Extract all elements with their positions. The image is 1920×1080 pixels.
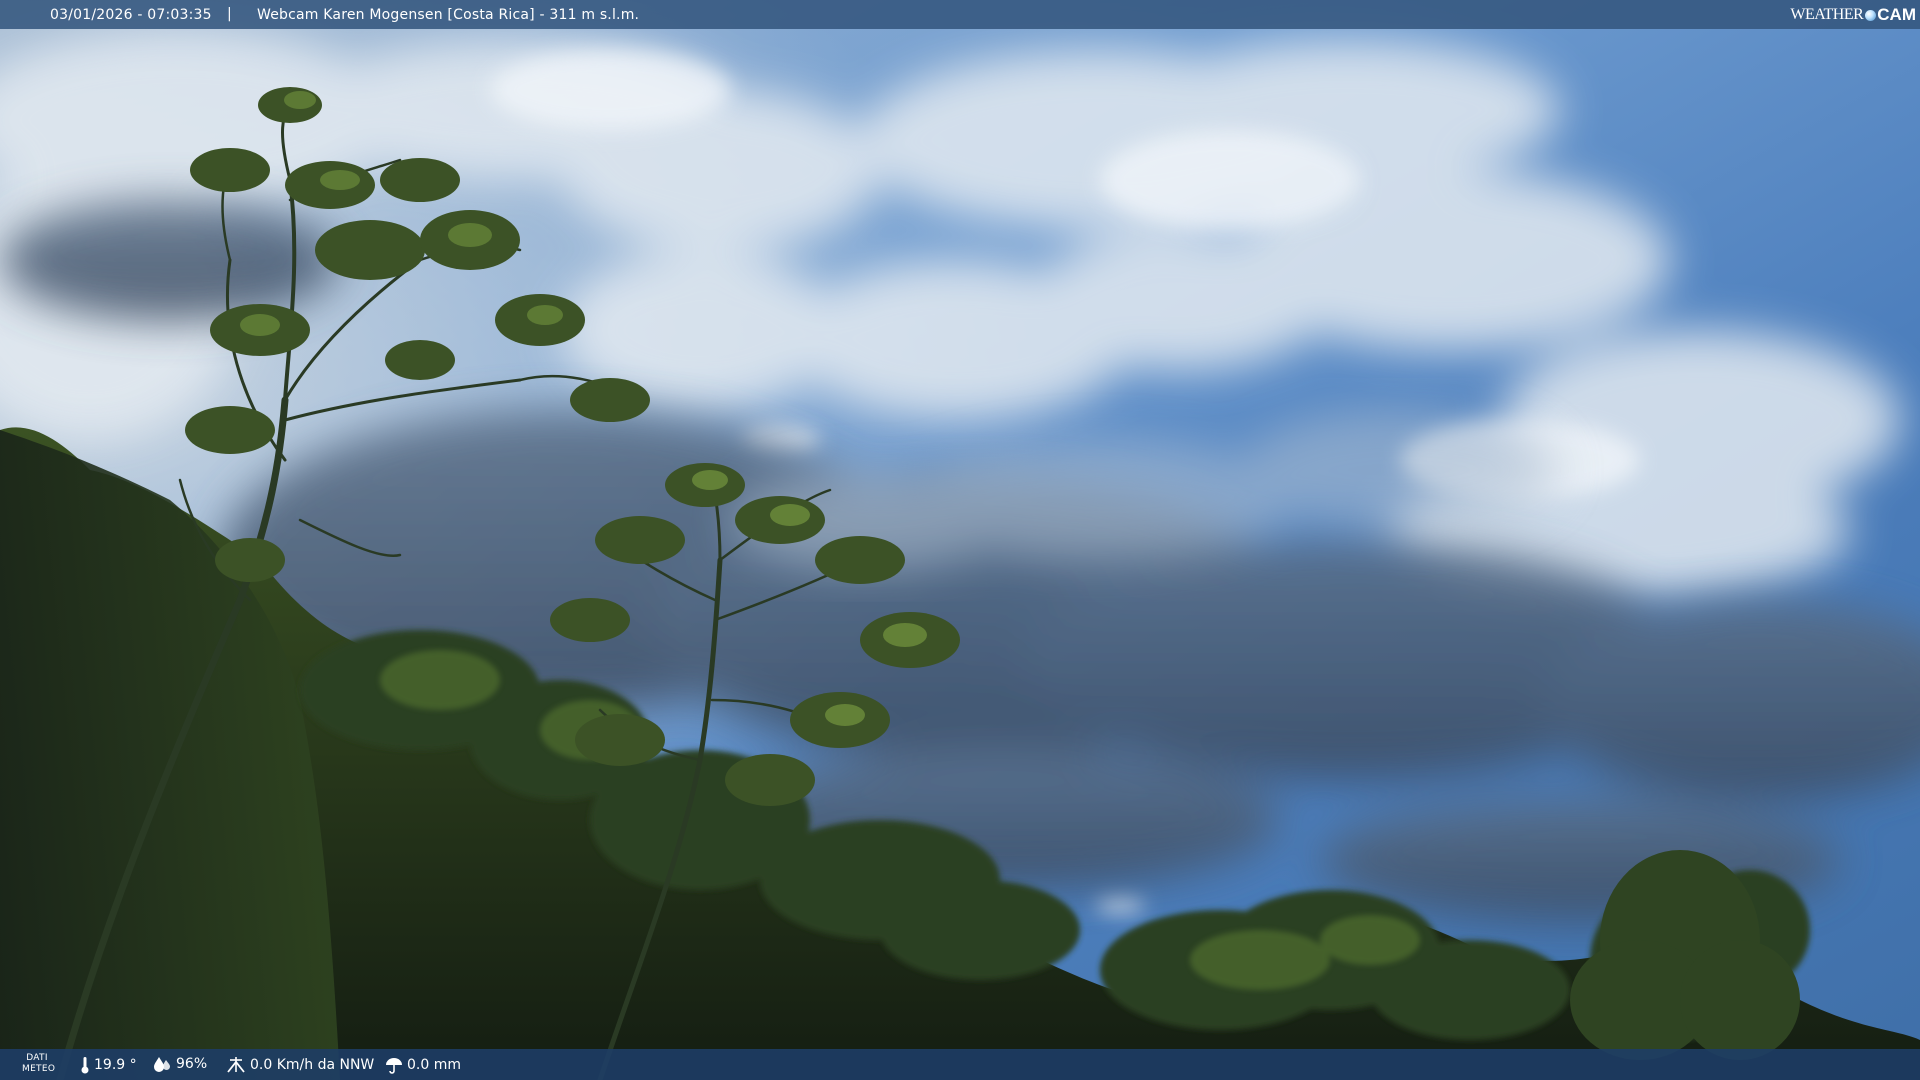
- webcam-frame: 03/01/2026 - 07:03:35 | Webcam Karen Mog…: [0, 0, 1920, 1080]
- header-separator: |: [227, 6, 232, 22]
- weathercam-logo: WEATHER CAM: [1790, 4, 1916, 26]
- globe-icon: [1865, 9, 1877, 21]
- rain-readout: 0.0 mm: [385, 1056, 461, 1074]
- wind-icon: [227, 1057, 245, 1073]
- wind-readout: 0.0 Km/h da NNW: [226, 1056, 374, 1074]
- dati-label-line1: DATI: [26, 1053, 48, 1063]
- temperature-value: 19.9 °: [94, 1057, 137, 1073]
- timestamp: 03/01/2026 - 07:03:35: [50, 7, 212, 23]
- humidity-value: 96%: [176, 1056, 208, 1072]
- thermometer-icon: [81, 1057, 89, 1074]
- top-info-bar: 03/01/2026 - 07:03:35 | Webcam Karen Mog…: [0, 0, 1920, 29]
- humidity-readout: 96%: [152, 1056, 207, 1072]
- dati-label-line2: METEO: [22, 1064, 56, 1074]
- wind-value: 0.0 Km/h da NNW: [250, 1057, 375, 1073]
- logo-cam-text: CAM: [1877, 5, 1916, 24]
- rain-value: 0.0 mm: [407, 1057, 461, 1073]
- weather-data-bar: DATI METEO 19.9 ° 96% 0.0 Km/h da NNW 0.…: [0, 1049, 1920, 1080]
- camera-title: Webcam Karen Mogensen [Costa Rica] - 311…: [257, 7, 640, 23]
- webcam-image: [0, 0, 1920, 1080]
- temperature-readout: 19.9 °: [80, 1056, 137, 1074]
- umbrella-icon: [386, 1058, 402, 1074]
- dati-meteo-label: DATI METEO: [22, 1053, 56, 1075]
- droplet-icon: [154, 1057, 170, 1072]
- logo-weather-text: WEATHER: [1790, 6, 1864, 23]
